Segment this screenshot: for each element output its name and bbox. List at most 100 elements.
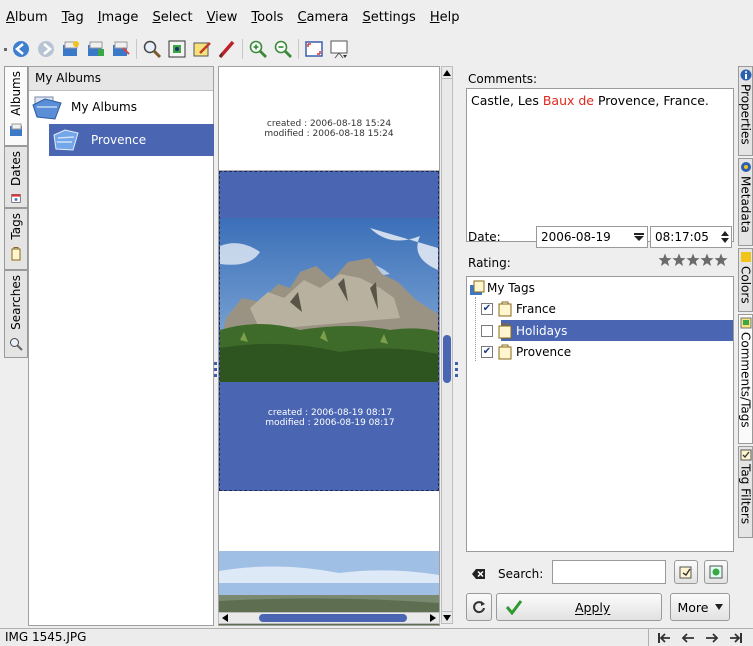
right-sidebar: Comments: Castle, Les Baux de Provence, … — [462, 66, 738, 626]
menu-view[interactable]: View — [207, 10, 238, 25]
tab-albums[interactable]: Albums — [4, 66, 28, 146]
star-icon[interactable] — [700, 253, 714, 267]
edit-image-icon[interactable] — [191, 38, 213, 60]
menu-settings[interactable]: Settings — [362, 10, 415, 25]
tab-tags[interactable]: Tags — [4, 208, 28, 270]
album-tree-root[interactable]: My Albums — [31, 93, 137, 121]
star-icon[interactable] — [658, 253, 672, 267]
tag-icon — [498, 323, 512, 338]
album-tree-item-provence[interactable]: Provence — [49, 124, 214, 156]
new-tag-button[interactable] — [674, 560, 698, 584]
album-icon[interactable] — [110, 38, 132, 60]
time-spin-arrows-icon[interactable] — [721, 230, 729, 244]
tag-icon — [11, 246, 21, 261]
splitter-handle[interactable] — [455, 362, 458, 377]
new-album-icon[interactable] — [60, 38, 82, 60]
scroll-thumb[interactable] — [443, 335, 451, 383]
status-navigation — [648, 629, 753, 646]
clear-search-icon[interactable] — [472, 568, 486, 580]
tab-tags-label: Tags — [9, 213, 23, 240]
thumbnail-item[interactable]: created : 2006-08-18 15:24 modified : 20… — [219, 67, 439, 171]
thumbnail-item-selected[interactable]: created : 2006-08-19 08:17 modified : 20… — [219, 171, 439, 491]
tab-comments-tags[interactable]: Comments/Tags — [738, 314, 753, 444]
apply-button-label: Apply — [575, 599, 611, 615]
fullscreen-icon[interactable] — [303, 38, 325, 60]
previous-image-icon[interactable] — [681, 632, 695, 644]
star-icon[interactable] — [714, 253, 728, 267]
menu-help[interactable]: Help — [430, 10, 460, 25]
date-dropdown-icon[interactable] — [634, 233, 644, 241]
rating-stars[interactable] — [658, 253, 728, 267]
album-properties-icon[interactable] — [85, 38, 107, 60]
back-icon[interactable] — [10, 38, 32, 60]
scroll-left-arrow[interactable] — [219, 613, 231, 623]
revert-button[interactable] — [466, 593, 492, 621]
scroll-up-arrow[interactable] — [442, 67, 452, 79]
star-icon[interactable] — [686, 253, 700, 267]
apply-button[interactable]: Apply — [496, 593, 662, 621]
splitter-handle[interactable] — [214, 362, 217, 377]
albums-panel: My Albums My Albums Provence — [28, 66, 214, 626]
more-button[interactable]: More — [670, 593, 730, 621]
zoom-in-icon[interactable] — [247, 38, 269, 60]
tag-icon — [498, 344, 512, 360]
thumbnail-vertical-scrollbar[interactable] — [441, 66, 453, 624]
tag-checkbox-provence[interactable]: ✔ — [481, 346, 493, 358]
star-icon[interactable] — [672, 253, 686, 267]
tags-tree[interactable]: My Tags ✔ France Holidays ✔ Provence — [466, 276, 734, 552]
scroll-thumb[interactable] — [259, 614, 407, 622]
tab-comments-tags-label: Comments/Tags — [738, 332, 753, 428]
tab-dates[interactable]: Dates — [4, 146, 28, 208]
tab-properties[interactable]: Properties — [738, 66, 753, 156]
forward-icon[interactable] — [35, 38, 57, 60]
date-field[interactable]: 2006-08-19 — [536, 226, 648, 248]
menu-tag[interactable]: Tag — [62, 10, 84, 25]
tab-properties-label: Properties — [738, 84, 753, 145]
tab-colors-label: Colors — [738, 266, 753, 304]
tab-searches[interactable]: Searches — [4, 270, 28, 358]
tag-checkbox-holidays[interactable] — [481, 324, 493, 337]
thumbnail-horizontal-scrollbar[interactable] — [218, 612, 440, 624]
menu-camera[interactable]: Camera — [297, 10, 348, 25]
tag-tree-root[interactable]: My Tags — [469, 279, 535, 297]
tag-search-input[interactable] — [552, 560, 666, 584]
scroll-right-arrow[interactable] — [427, 613, 439, 623]
menu-bar: Album Tag Image Select View Tools Camera… — [0, 0, 753, 34]
pencil-icon[interactable] — [216, 38, 238, 60]
metadata-icon — [740, 162, 751, 172]
tag-label: France — [516, 302, 556, 316]
slideshow-icon[interactable] — [328, 38, 350, 60]
thumbnail-item[interactable] — [219, 491, 439, 625]
time-value: 08:17:05 — [655, 230, 709, 244]
tab-colors[interactable]: Colors — [738, 248, 753, 312]
menu-image[interactable]: Image — [98, 10, 139, 25]
thumbnail-modified: modified : 2006-08-18 15:24 — [264, 129, 394, 139]
tag-filter-button[interactable] — [704, 560, 728, 584]
next-image-icon[interactable] — [705, 632, 719, 644]
tab-dates-label: Dates — [9, 151, 23, 186]
search-icon[interactable] — [141, 38, 163, 60]
last-image-icon[interactable] — [729, 632, 743, 644]
toolbar-separator — [242, 39, 243, 59]
toolbar-handle[interactable] — [4, 47, 7, 51]
zoom-out-icon[interactable] — [272, 38, 294, 60]
menu-tools[interactable]: Tools — [251, 10, 283, 25]
right-tab-bar: Properties Metadata Colors Comments/Tags… — [738, 66, 753, 626]
toolbar-separator — [298, 39, 299, 59]
tag-item-france[interactable]: ✔ France — [481, 299, 556, 319]
tag-item-provence[interactable]: ✔ Provence — [481, 342, 571, 362]
menu-select[interactable]: Select — [152, 10, 192, 25]
first-image-icon[interactable] — [657, 632, 671, 644]
tag-checkbox-france[interactable]: ✔ — [481, 303, 493, 315]
menu-album[interactable]: Album — [6, 10, 48, 25]
tab-tag-filters[interactable]: Tag Filters — [738, 446, 753, 538]
tab-tag-filters-label: Tag Filters — [738, 464, 753, 525]
view-image-icon[interactable] — [166, 38, 188, 60]
thumbnail-created: created : 2006-08-18 15:24 — [266, 119, 392, 129]
tab-metadata[interactable]: Metadata — [738, 158, 753, 246]
time-spinbox[interactable]: 08:17:05 — [650, 226, 732, 248]
scroll-down-arrow[interactable] — [442, 611, 452, 623]
tag-item-holidays[interactable]: Holidays — [467, 320, 733, 341]
comments-textarea[interactable]: Castle, Les Baux de Provence, France. — [466, 88, 734, 242]
thumbnail-strip[interactable]: created : 2006-08-18 15:24 modified : 20… — [218, 66, 440, 626]
